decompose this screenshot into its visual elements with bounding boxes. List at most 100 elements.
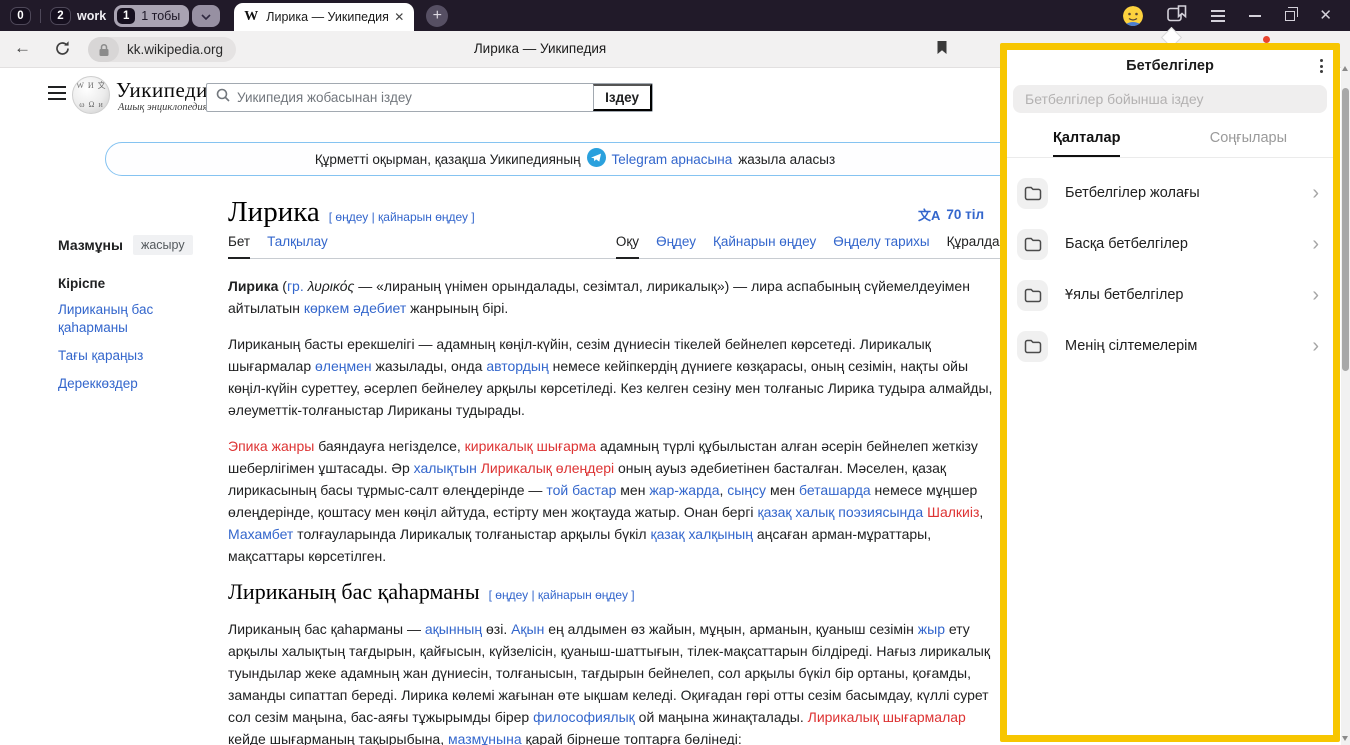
- wiki-link[interactable]: өлеңмен: [315, 358, 372, 374]
- folder-label: Бетбелгілер жолағы: [1065, 185, 1312, 201]
- wiki-redlink[interactable]: Шалкиіз: [927, 504, 979, 520]
- folder-label: Басқа бетбелгілер: [1065, 236, 1312, 252]
- bookmark-folder-row[interactable]: Бетбелгілер жолағы ›: [1017, 171, 1323, 215]
- workspace-zero-badge[interactable]: 0: [10, 7, 31, 25]
- bookmark-folder-row[interactable]: Ұялы бетбелгілер ›: [1017, 273, 1323, 317]
- wiki-search-input[interactable]: [237, 90, 593, 105]
- notification-dot: [1263, 36, 1270, 43]
- folder-icon: [1017, 178, 1048, 209]
- window-restore-button[interactable]: [1285, 11, 1295, 21]
- wiki-redlink[interactable]: Эпика жанры: [228, 438, 314, 454]
- wiki-link[interactable]: қазақ халқының: [650, 526, 752, 542]
- telegram-icon: [587, 148, 606, 170]
- wiki-redlink[interactable]: кирикалық шығарма: [465, 438, 596, 454]
- chevron-right-icon: ›: [1312, 234, 1319, 254]
- browser-menu-icon[interactable]: [1211, 10, 1225, 22]
- bookmarks-search-input[interactable]: [1013, 85, 1327, 113]
- wiki-link[interactable]: мазмұнына: [448, 731, 522, 745]
- wiki-link[interactable]: ақынның: [425, 621, 482, 637]
- wiki-link[interactable]: гр.: [287, 278, 304, 294]
- telegram-banner: Құрметті оқырман, қазақша Уикипедияның T…: [105, 142, 1045, 176]
- wiki-link[interactable]: көркем әдебиет: [304, 300, 406, 316]
- toc-title: Мазмұны: [58, 237, 123, 253]
- toc-hide-button[interactable]: жасыру: [133, 235, 193, 255]
- wikipedia-favicon: W: [244, 9, 258, 25]
- tab-group-label: 1 тобы: [141, 9, 180, 23]
- workspace-count-badge[interactable]: 2: [50, 7, 71, 25]
- banner-text-after: жазыла аласыз: [738, 152, 835, 167]
- wiki-link[interactable]: қазақ халық поэзиясында: [757, 504, 923, 520]
- tab-recent[interactable]: Соңғылары: [1210, 130, 1287, 157]
- telegram-channel-link[interactable]: Telegram арнасына: [612, 152, 733, 167]
- wiki-link[interactable]: халықтын: [414, 460, 477, 476]
- wiki-redlink[interactable]: Лирикалық шығармалар: [808, 709, 966, 725]
- scrollbar-up-arrow[interactable]: [1342, 66, 1348, 71]
- paragraph: Лириканың басты ерекшелігі — адамның көң…: [228, 333, 1007, 421]
- wiki-link[interactable]: автордың: [486, 358, 548, 374]
- tab-close-icon[interactable]: ✕: [394, 10, 404, 24]
- bookmark-folder-row[interactable]: Басқа бетбелгілер ›: [1017, 222, 1323, 266]
- toc-item-main-hero[interactable]: Лириканың бас қаһарманы: [58, 301, 213, 337]
- text-segment: өзі.: [482, 621, 511, 637]
- folder-icon: [1017, 331, 1048, 362]
- wiki-link[interactable]: беташарда: [799, 482, 871, 498]
- article-edit-links[interactable]: [ өңдеу | қайнарын өңдеу ]: [329, 210, 475, 224]
- toc-item-intro[interactable]: Кіріспе: [58, 276, 213, 291]
- active-tab[interactable]: W Лирика — Уикипедия ✕: [234, 3, 414, 31]
- wiki-redlink[interactable]: Лирикалық өлеңдері: [481, 460, 614, 476]
- text-segment: ой маңына жинақталады.: [635, 709, 808, 725]
- text-segment: мен: [616, 482, 649, 498]
- toc-item-references[interactable]: Дереккөздер: [58, 375, 213, 393]
- wiki-search-button[interactable]: Іздеу: [593, 84, 652, 111]
- bookmark-folder-row[interactable]: Менің сілтемелерім ›: [1017, 324, 1323, 368]
- toolbar-page-title: Лирика — Уикипедия: [40, 41, 1040, 56]
- tab-group-count-badge: 1: [117, 8, 135, 24]
- wiki-link[interactable]: Ақын: [511, 621, 544, 637]
- tab-history[interactable]: Өңделу тарихы: [833, 234, 929, 258]
- tab-tools[interactable]: Құралдар: [947, 234, 1007, 258]
- browser-tab-strip: 0 2 work 1 1 тобы W Лирика — Уикипедия ✕…: [0, 0, 1350, 31]
- tab-edit-source[interactable]: Қайнарын өңдеу: [713, 234, 816, 258]
- section-edit-links[interactable]: [ өңдеу | қайнарын өңдеу ]: [489, 584, 635, 606]
- text-segment: (: [278, 278, 287, 294]
- workspace-label[interactable]: work: [77, 9, 106, 23]
- tab-group-pill[interactable]: 1 1 тобы: [114, 5, 189, 27]
- text-segment: жазылады, онда: [372, 358, 487, 374]
- wiki-link[interactable]: Махамбет: [228, 526, 293, 542]
- window-minimize-button[interactable]: [1249, 15, 1261, 17]
- search-icon: [216, 88, 230, 107]
- wiki-link[interactable]: жыр: [918, 621, 945, 637]
- wiki-search-box[interactable]: Іздеу: [206, 83, 653, 112]
- new-tab-button[interactable]: +: [426, 5, 448, 27]
- wiki-menu-icon[interactable]: [48, 86, 66, 100]
- toc-item-see-also[interactable]: Тағы қараңыз: [58, 347, 213, 365]
- paragraph: Эпика жанры баяндауға негізделсе, кирика…: [228, 435, 1007, 567]
- article-tab-bar: Бет Талқылау Оқу Өңдеу Қайнарын өңдеу Өң…: [228, 234, 1007, 259]
- bookmark-flag-icon[interactable]: [936, 40, 948, 60]
- language-selector[interactable]: 文A 70 тіл: [918, 205, 984, 224]
- wiki-link[interactable]: той бастар: [546, 482, 616, 498]
- tab-read[interactable]: Оқу: [616, 234, 639, 259]
- back-button[interactable]: ←: [14, 38, 31, 58]
- tab-group-expand-button[interactable]: [192, 5, 220, 27]
- tab-folders[interactable]: Қалталар: [1053, 130, 1120, 157]
- wikipedia-tagline: Ашық энциклопедиясы: [118, 102, 219, 113]
- chevron-right-icon: ›: [1312, 336, 1319, 356]
- kebab-menu-icon[interactable]: [1320, 59, 1323, 73]
- profile-avatar[interactable]: [1123, 6, 1143, 26]
- wiki-link[interactable]: сыңсу: [727, 482, 766, 498]
- scrollbar-thumb[interactable]: [1342, 88, 1349, 371]
- wiki-link[interactable]: философиялық: [533, 709, 635, 725]
- tab-page[interactable]: Бет: [228, 234, 250, 259]
- scrollbar-down-arrow[interactable]: [1342, 736, 1348, 741]
- tab-talk[interactable]: Талқылау: [267, 234, 328, 258]
- bookmarks-manager-icon[interactable]: [1167, 5, 1187, 27]
- text-segment: ,: [979, 504, 983, 520]
- section-heading: Лириканың бас қаһарманы: [228, 581, 480, 603]
- tab-edit[interactable]: Өңдеу: [656, 234, 696, 258]
- text-segment: қарай бірнеше топтарға бөлінеді:: [522, 731, 742, 745]
- wiki-link[interactable]: жар-жарда: [649, 482, 719, 498]
- window-close-button[interactable]: ✕: [1319, 8, 1332, 23]
- wikipedia-logo[interactable]: WИ文ωΩи: [72, 76, 110, 114]
- page-scrollbar[interactable]: [1341, 60, 1350, 745]
